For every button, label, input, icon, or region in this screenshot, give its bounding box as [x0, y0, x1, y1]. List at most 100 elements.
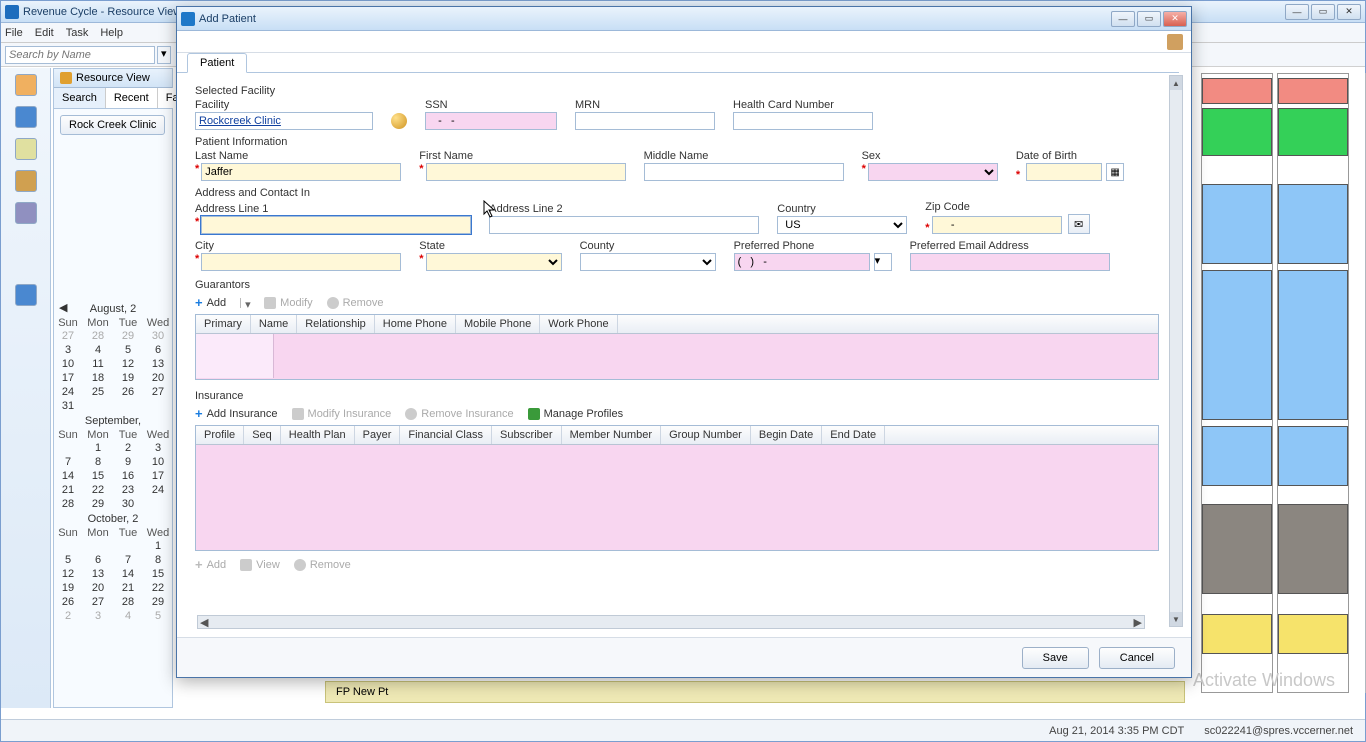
guarantor-grid[interactable]: PrimaryNameRelationshipHome PhoneMobile …: [195, 314, 1159, 380]
insurance-profiles-button[interactable]: Manage Profiles: [528, 408, 624, 420]
cancel-button[interactable]: Cancel: [1099, 647, 1175, 669]
dialog-hscroll[interactable]: ◀▶: [197, 615, 1145, 629]
schedule-block[interactable]: [1202, 504, 1272, 594]
calendar-prev[interactable]: ◀: [59, 301, 67, 314]
schedule-block[interactable]: [1278, 614, 1348, 654]
calendar-day[interactable]: [83, 399, 113, 413]
calendar-day[interactable]: [143, 497, 173, 511]
middle-name-input[interactable]: [644, 163, 844, 181]
calendar-day[interactable]: 5: [113, 343, 143, 357]
calendar-day[interactable]: 17: [143, 469, 173, 483]
calendar-day[interactable]: 6: [83, 553, 113, 567]
col-header[interactable]: Mobile Phone: [456, 315, 540, 333]
sidebar-icon-5[interactable]: [15, 202, 37, 224]
scroll-down-icon[interactable]: ▼: [1170, 612, 1182, 626]
mrn-input[interactable]: [575, 112, 715, 130]
calendar-day[interactable]: [113, 399, 143, 413]
calendar-day[interactable]: 26: [113, 385, 143, 399]
dialog-maximize-button[interactable]: ▭: [1137, 11, 1161, 27]
calendar-day[interactable]: 10: [143, 455, 173, 469]
calendar-day[interactable]: 5: [53, 553, 83, 567]
zip-input[interactable]: [932, 216, 1062, 234]
schedule-block[interactable]: [1202, 78, 1272, 104]
calendar-day[interactable]: 29: [113, 329, 143, 343]
county-select[interactable]: [580, 253, 716, 271]
calendar-day[interactable]: 11: [83, 357, 113, 371]
calendar-day[interactable]: 28: [53, 497, 83, 511]
calendar-day[interactable]: 6: [143, 343, 173, 357]
guarantor-add-button[interactable]: +Add: [195, 295, 226, 310]
schedule-block[interactable]: [1278, 108, 1348, 156]
col-header[interactable]: Seq: [244, 426, 281, 444]
scroll-up-icon[interactable]: ▲: [1170, 76, 1182, 90]
calendar-day[interactable]: 22: [143, 581, 173, 595]
sidebar-icon-1[interactable]: [15, 74, 37, 96]
ssn-input[interactable]: [425, 112, 557, 130]
col-header[interactable]: Member Number: [562, 426, 662, 444]
menu-edit[interactable]: Edit: [35, 27, 54, 39]
hcn-input[interactable]: [733, 112, 873, 130]
calendar-day[interactable]: 1: [143, 539, 173, 553]
calendar-day[interactable]: 29: [83, 497, 113, 511]
calendar-day[interactable]: 3: [53, 343, 83, 357]
calendar-day[interactable]: 27: [53, 329, 83, 343]
menu-file[interactable]: File: [5, 27, 23, 39]
schedule-block[interactable]: [1202, 426, 1272, 486]
calendar-day[interactable]: 2: [113, 441, 143, 455]
schedule-block[interactable]: [1202, 270, 1272, 420]
calendar-day[interactable]: 21: [113, 581, 143, 595]
calendar-day[interactable]: 2: [53, 609, 83, 623]
col-header[interactable]: Payer: [355, 426, 401, 444]
main-minimize-button[interactable]: —: [1285, 4, 1309, 20]
calendar-day[interactable]: 16: [113, 469, 143, 483]
calendar-day[interactable]: 4: [83, 343, 113, 357]
calendar-day[interactable]: 10: [53, 357, 83, 371]
calendar-day[interactable]: 1: [83, 441, 113, 455]
calendar-day[interactable]: 19: [53, 581, 83, 595]
schedule-block[interactable]: [1278, 504, 1348, 594]
calendar-day[interactable]: 30: [143, 329, 173, 343]
lookup-icon[interactable]: [391, 113, 407, 129]
col-header[interactable]: Work Phone: [540, 315, 617, 333]
zip-lookup-button[interactable]: ✉: [1068, 214, 1090, 234]
calendar-day[interactable]: 31: [53, 399, 83, 413]
col-header[interactable]: Begin Date: [751, 426, 822, 444]
phone-input[interactable]: [734, 253, 870, 271]
resource-view-tab[interactable]: Resource View: [54, 69, 172, 88]
calendar-picker-icon[interactable]: ▦: [1106, 163, 1124, 181]
calendar-day[interactable]: 3: [143, 441, 173, 455]
sidebar-icon-3[interactable]: [15, 138, 37, 160]
main-close-button[interactable]: ✕: [1337, 4, 1361, 20]
sidebar-icon-2[interactable]: [15, 106, 37, 128]
calendar-day[interactable]: 25: [83, 385, 113, 399]
search-input[interactable]: [5, 46, 155, 64]
calendar-day[interactable]: 28: [113, 595, 143, 609]
calendar-icon[interactable]: [15, 284, 37, 306]
calendar-day[interactable]: 3: [83, 609, 113, 623]
calendar-day[interactable]: 12: [113, 357, 143, 371]
city-input[interactable]: [201, 253, 401, 271]
address1-input[interactable]: [201, 216, 471, 234]
email-input[interactable]: [910, 253, 1110, 271]
dialog-tool-icon[interactable]: [1167, 34, 1183, 50]
col-header[interactable]: Health Plan: [281, 426, 355, 444]
calendar-day[interactable]: [113, 539, 143, 553]
calendar-day[interactable]: 12: [53, 567, 83, 581]
calendar-day[interactable]: 4: [113, 609, 143, 623]
calendar-day[interactable]: [83, 539, 113, 553]
sex-select[interactable]: [868, 163, 998, 181]
address2-input[interactable]: [489, 216, 759, 234]
calendar-day[interactable]: 14: [113, 567, 143, 581]
schedule-block[interactable]: [1278, 270, 1348, 420]
calendar-day[interactable]: 14: [53, 469, 83, 483]
calendar-day[interactable]: 8: [143, 553, 173, 567]
schedule-block[interactable]: [1278, 184, 1348, 264]
col-header[interactable]: Relationship: [297, 315, 375, 333]
calendar-day[interactable]: 29: [143, 595, 173, 609]
calendar-day[interactable]: 7: [53, 455, 83, 469]
menu-task[interactable]: Task: [66, 27, 89, 39]
col-header[interactable]: Name: [251, 315, 297, 333]
facility-chip[interactable]: Rock Creek Clinic: [60, 115, 165, 135]
phone-type-dropdown[interactable]: ▾: [874, 253, 892, 271]
calendar-day[interactable]: 20: [143, 371, 173, 385]
